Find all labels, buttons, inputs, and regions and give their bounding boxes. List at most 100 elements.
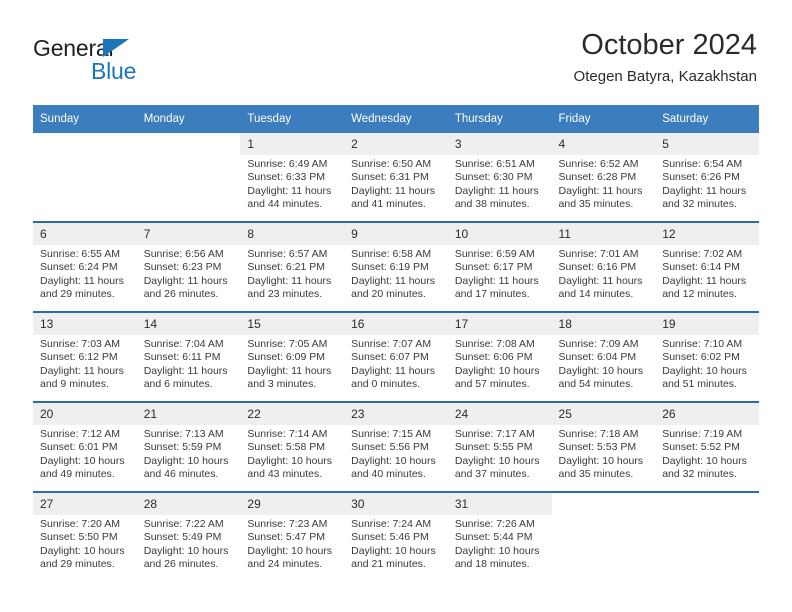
calendar-day-cell[interactable]: 8 Sunrise: 6:57 AM Sunset: 6:21 PM Daylight… (240, 221, 345, 312)
daylight-text-line2: and 0 minutes. (351, 378, 420, 391)
day-cell-inner: 31 Sunrise: 7:26 AM Sunset: 5:44 PM Dayligh… (447, 493, 552, 581)
calendar-day-cell[interactable]: 11 Sunrise: 7:01 AM Sunset: 6:16 PM Dayligh… (551, 221, 656, 312)
day-number: 15 (240, 313, 345, 335)
calendar-day-cell[interactable]: 29 Sunrise: 7:23 AM Sunset: 5:47 PM Dayligh… (240, 491, 345, 581)
calendar-week-row: 20 Sunrise: 7:12 AM Sunset: 6:01 PM Dayligh… (33, 401, 759, 492)
day-number: 24 (447, 403, 552, 425)
calendar-day-cell[interactable]: 23 Sunrise: 7:15 AM Sunset: 5:56 PM Dayligh… (344, 401, 448, 492)
day-details: Sunrise: 7:19 AM Sunset: 5:52 PM Daylight:… (655, 425, 759, 482)
daylight-text-line2: and 26 minutes. (143, 558, 219, 571)
day-number: 25 (551, 403, 656, 425)
daylight-text-line1: Daylight: 10 hours (662, 364, 747, 377)
daylight-text-line2: and 40 minutes. (351, 468, 426, 481)
calendar-day-cell[interactable]: 25 Sunrise: 7:18 AM Sunset: 5:53 PM Dayligh… (551, 401, 656, 492)
day-cell-inner: 19 Sunrise: 7:10 AM Sunset: 6:02 PM Dayligh… (655, 313, 759, 401)
daylight-text-line1: Daylight: 11 hours (247, 184, 332, 197)
calendar-cell-empty (655, 491, 759, 581)
daylight-text-line2: and 37 minutes. (454, 468, 530, 481)
daylight-text-line2: and 32 minutes. (662, 468, 737, 481)
daylight-text-line1: Daylight: 11 hours (351, 274, 435, 287)
weekday-header-thursday: Thursday (447, 105, 552, 133)
day-details: Sunrise: 6:49 AM Sunset: 6:33 PM Daylight:… (240, 155, 344, 212)
sunset-text: Sunset: 6:26 PM (662, 171, 740, 184)
calendar-day-cell[interactable]: 5 Sunrise: 6:54 AM Sunset: 6:26 PM Daylight… (655, 133, 759, 222)
sunset-text: Sunset: 6:12 PM (40, 351, 118, 364)
daylight-text-line1: Daylight: 10 hours (454, 544, 540, 557)
calendar-day-cell[interactable]: 26 Sunrise: 7:19 AM Sunset: 5:52 PM Dayligh… (655, 401, 759, 492)
daylight-text-line1: Daylight: 10 hours (351, 454, 436, 467)
sunset-text: Sunset: 6:06 PM (454, 351, 533, 364)
daylight-text-line1: Daylight: 11 hours (40, 274, 124, 287)
calendar-day-cell[interactable]: 10 Sunrise: 6:59 AM Sunset: 6:17 PM Dayligh… (447, 221, 552, 312)
daylight-text-line2: and 51 minutes. (662, 378, 737, 391)
day-details: Sunrise: 7:08 AM Sunset: 6:06 PM Daylight:… (448, 335, 552, 392)
calendar-day-cell[interactable]: 2 Sunrise: 6:50 AM Sunset: 6:31 PM Daylight… (344, 133, 448, 222)
sunrise-text: Sunrise: 6:59 AM (454, 248, 535, 260)
day-number (552, 493, 656, 515)
calendar-day-cell[interactable]: 1 Sunrise: 6:49 AM Sunset: 6:33 PM Daylight… (240, 133, 345, 222)
calendar-day-cell[interactable]: 27 Sunrise: 7:20 AM Sunset: 5:50 PM Dayligh… (33, 491, 137, 581)
calendar-day-cell[interactable]: 7 Sunrise: 6:56 AM Sunset: 6:23 PM Daylight… (136, 221, 241, 312)
calendar-day-cell[interactable]: 18 Sunrise: 7:09 AM Sunset: 6:04 PM Dayligh… (551, 311, 656, 402)
calendar-day-cell[interactable]: 16 Sunrise: 7:07 AM Sunset: 6:07 PM Dayligh… (344, 311, 448, 402)
calendar-day-cell[interactable]: 22 Sunrise: 7:14 AM Sunset: 5:58 PM Dayligh… (240, 401, 345, 492)
daylight-text-line2: and 21 minutes. (351, 558, 426, 571)
daylight-text-line2: and 32 minutes. (662, 198, 737, 211)
day-number: 17 (447, 313, 552, 335)
calendar-day-cell[interactable]: 24 Sunrise: 7:17 AM Sunset: 5:55 PM Dayligh… (447, 401, 552, 492)
calendar-day-cell[interactable]: 17 Sunrise: 7:08 AM Sunset: 6:06 PM Dayligh… (447, 311, 552, 402)
sunset-text: Sunset: 6:19 PM (351, 261, 429, 274)
sunset-text: Sunset: 5:44 PM (454, 531, 533, 544)
sunset-text: Sunset: 6:21 PM (247, 261, 326, 274)
daylight-text-line2: and 38 minutes. (454, 198, 530, 211)
day-cell-inner: 6 Sunrise: 6:55 AM Sunset: 6:24 PM Daylight… (33, 223, 137, 311)
calendar-day-cell[interactable]: 4 Sunrise: 6:52 AM Sunset: 6:28 PM Daylight… (551, 133, 656, 222)
day-details: Sunrise: 7:10 AM Sunset: 6:02 PM Daylight:… (655, 335, 759, 392)
calendar-day-cell[interactable]: 3 Sunrise: 6:51 AM Sunset: 6:30 PM Daylight… (447, 133, 552, 222)
day-cell-inner: 13 Sunrise: 7:03 AM Sunset: 6:12 PM Dayligh… (33, 313, 137, 401)
calendar-day-cell[interactable]: 12 Sunrise: 7:02 AM Sunset: 6:14 PM Dayligh… (655, 221, 759, 312)
calendar-day-cell[interactable]: 9 Sunrise: 6:58 AM Sunset: 6:19 PM Daylight… (344, 221, 448, 312)
day-details: Sunrise: 7:07 AM Sunset: 6:07 PM Daylight:… (344, 335, 448, 392)
daylight-text-line2: and 49 minutes. (40, 468, 115, 481)
calendar-day-cell[interactable]: 14 Sunrise: 7:04 AM Sunset: 6:11 PM Dayligh… (136, 311, 241, 402)
day-cell-inner: 9 Sunrise: 6:58 AM Sunset: 6:19 PM Daylight… (344, 223, 448, 311)
sunset-text: Sunset: 5:47 PM (247, 531, 326, 544)
sunset-text: Sunset: 5:46 PM (351, 531, 429, 544)
daylight-text-line1: Daylight: 10 hours (40, 544, 125, 557)
daylight-text-line2: and 29 minutes. (40, 558, 115, 571)
daylight-text-line1: Daylight: 10 hours (143, 454, 229, 467)
daylight-text-line1: Daylight: 10 hours (247, 454, 333, 467)
sunset-text: Sunset: 6:16 PM (558, 261, 637, 274)
day-cell-inner: 21 Sunrise: 7:13 AM Sunset: 5:59 PM Dayligh… (136, 403, 241, 491)
day-details: Sunrise: 7:01 AM Sunset: 6:16 PM Daylight:… (552, 245, 656, 302)
sunrise-text: Sunrise: 6:55 AM (40, 248, 120, 260)
sunset-text: Sunset: 6:09 PM (247, 351, 326, 364)
calendar-day-cell[interactable]: 28 Sunrise: 7:22 AM Sunset: 5:49 PM Dayligh… (136, 491, 241, 581)
calendar-day-cell[interactable]: 15 Sunrise: 7:05 AM Sunset: 6:09 PM Dayligh… (240, 311, 345, 402)
daylight-text-line1: Daylight: 10 hours (662, 454, 747, 467)
day-cell-inner: 27 Sunrise: 7:20 AM Sunset: 5:50 PM Dayligh… (33, 493, 137, 581)
calendar-day-cell[interactable]: 13 Sunrise: 7:03 AM Sunset: 6:12 PM Dayligh… (33, 311, 137, 402)
day-cell-inner: 11 Sunrise: 7:01 AM Sunset: 6:16 PM Dayligh… (551, 223, 656, 311)
calendar-day-cell[interactable]: 6 Sunrise: 6:55 AM Sunset: 6:24 PM Daylight… (33, 221, 137, 312)
sunset-text: Sunset: 5:55 PM (454, 441, 533, 454)
calendar-body: 1 Sunrise: 6:49 AM Sunset: 6:33 PM Daylight… (33, 133, 759, 581)
weekday-header-tuesday: Tuesday (240, 105, 345, 133)
daylight-text-line1: Daylight: 11 hours (247, 274, 332, 287)
calendar-day-cell[interactable]: 20 Sunrise: 7:12 AM Sunset: 6:01 PM Dayligh… (33, 401, 137, 492)
sunrise-text: Sunrise: 7:04 AM (143, 338, 224, 350)
day-details: Sunrise: 7:20 AM Sunset: 5:50 PM Daylight:… (33, 515, 137, 572)
logo-triangle-icon (103, 39, 129, 57)
sunrise-text: Sunrise: 7:22 AM (143, 518, 224, 530)
daylight-text-line2: and 9 minutes. (40, 378, 109, 391)
calendar-day-cell[interactable]: 21 Sunrise: 7:13 AM Sunset: 5:59 PM Dayligh… (136, 401, 241, 492)
day-details: Sunrise: 7:24 AM Sunset: 5:46 PM Daylight:… (344, 515, 448, 572)
calendar-day-cell[interactable]: 31 Sunrise: 7:26 AM Sunset: 5:44 PM Dayligh… (447, 491, 552, 581)
sunset-text: Sunset: 6:17 PM (454, 261, 533, 274)
day-details: Sunrise: 6:58 AM Sunset: 6:19 PM Daylight:… (344, 245, 448, 302)
day-number: 20 (33, 403, 137, 425)
calendar-day-cell[interactable]: 30 Sunrise: 7:24 AM Sunset: 5:46 PM Dayligh… (344, 491, 448, 581)
daylight-text-line2: and 43 minutes. (247, 468, 323, 481)
calendar-day-cell[interactable]: 19 Sunrise: 7:10 AM Sunset: 6:02 PM Dayligh… (655, 311, 759, 402)
